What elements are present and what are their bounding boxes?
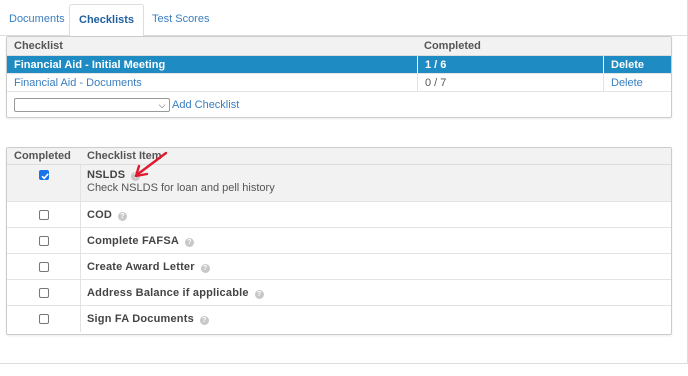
question-circle-icon[interactable]: ? [200, 264, 210, 273]
completed-checkbox[interactable] [39, 236, 49, 246]
item-label: Complete FAFSA? [87, 235, 195, 247]
item-label: Sign FA Documents? [87, 313, 209, 325]
checklist-item-row: Complete FAFSA? [7, 228, 671, 254]
tab-bar: Documents Checklists Test Scores [0, 4, 688, 37]
checklist-item-row: NSLDS? Check NSLDS for loan and pell his… [7, 165, 671, 202]
column-divider [80, 228, 81, 253]
column-divider [80, 165, 81, 201]
delete-link[interactable]: Delete [603, 56, 671, 73]
checklist-item-row: Sign FA Documents? [7, 306, 671, 332]
checklists-header-row: Checklist Completed [7, 37, 671, 56]
chevron-down-icon: ⌵ [158, 100, 166, 110]
checkmark-icon [41, 173, 49, 180]
item-description: Check NSLDS for loan and pell history [87, 182, 275, 194]
items-header-row: Completed Checklist Item [7, 148, 671, 165]
completed-checkbox[interactable] [39, 314, 49, 324]
checklist-items-panel: Completed Checklist Item NSLDS? Check NS… [6, 147, 672, 335]
column-divider [80, 202, 81, 227]
add-checklist-link[interactable]: Add Checklist [172, 98, 239, 112]
column-divider [80, 254, 81, 279]
item-label: Address Balance if applicable? [87, 287, 264, 299]
column-header-completed: Completed [14, 150, 71, 162]
completed-checkbox[interactable] [39, 170, 49, 180]
checklist-row-selected[interactable]: Financial Aid - Initial Meeting 1 / 6 De… [7, 56, 671, 74]
tab-documents[interactable]: Documents [0, 4, 74, 36]
checklist-select[interactable]: ⌵ [14, 98, 170, 112]
add-checklist-row: ⌵ Add Checklist [7, 92, 671, 118]
checklist-completed: 0 / 7 [417, 74, 603, 91]
completed-checkbox[interactable] [39, 288, 49, 298]
delete-link[interactable]: Delete [603, 74, 671, 91]
tab-test-scores[interactable]: Test Scores [143, 4, 218, 36]
question-circle-icon[interactable]: ? [185, 238, 195, 247]
checklist-item-row: COD? [7, 202, 671, 228]
question-circle-icon[interactable]: ? [254, 290, 264, 299]
checklist-item-row: Create Award Letter? [7, 254, 671, 280]
item-label: COD? [87, 209, 128, 221]
checklist-name[interactable]: Financial Aid - Documents [7, 74, 417, 91]
checklist-item-row: Address Balance if applicable? [7, 280, 671, 306]
annotation-arrow-icon [134, 151, 168, 178]
column-divider [80, 306, 81, 332]
completed-checkbox[interactable] [39, 210, 49, 220]
column-header-completed: Completed [424, 40, 481, 52]
checklist-completed: 1 / 6 [417, 56, 603, 73]
question-circle-icon[interactable]: ? [118, 212, 128, 221]
checklist-row[interactable]: Financial Aid - Documents 0 / 7 Delete [7, 74, 671, 92]
question-circle-icon[interactable]: ? [199, 316, 209, 325]
checklists-panel: Checklist Completed Financial Aid - Init… [6, 36, 672, 118]
column-divider [80, 280, 81, 305]
column-header-checklist: Checklist [14, 40, 63, 52]
item-label: Create Award Letter? [87, 261, 210, 273]
checklist-name[interactable]: Financial Aid - Initial Meeting [7, 56, 417, 73]
column-header-checklist-item: Checklist Item [87, 150, 162, 162]
completed-checkbox[interactable] [39, 262, 49, 272]
tab-checklists[interactable]: Checklists [69, 4, 145, 37]
